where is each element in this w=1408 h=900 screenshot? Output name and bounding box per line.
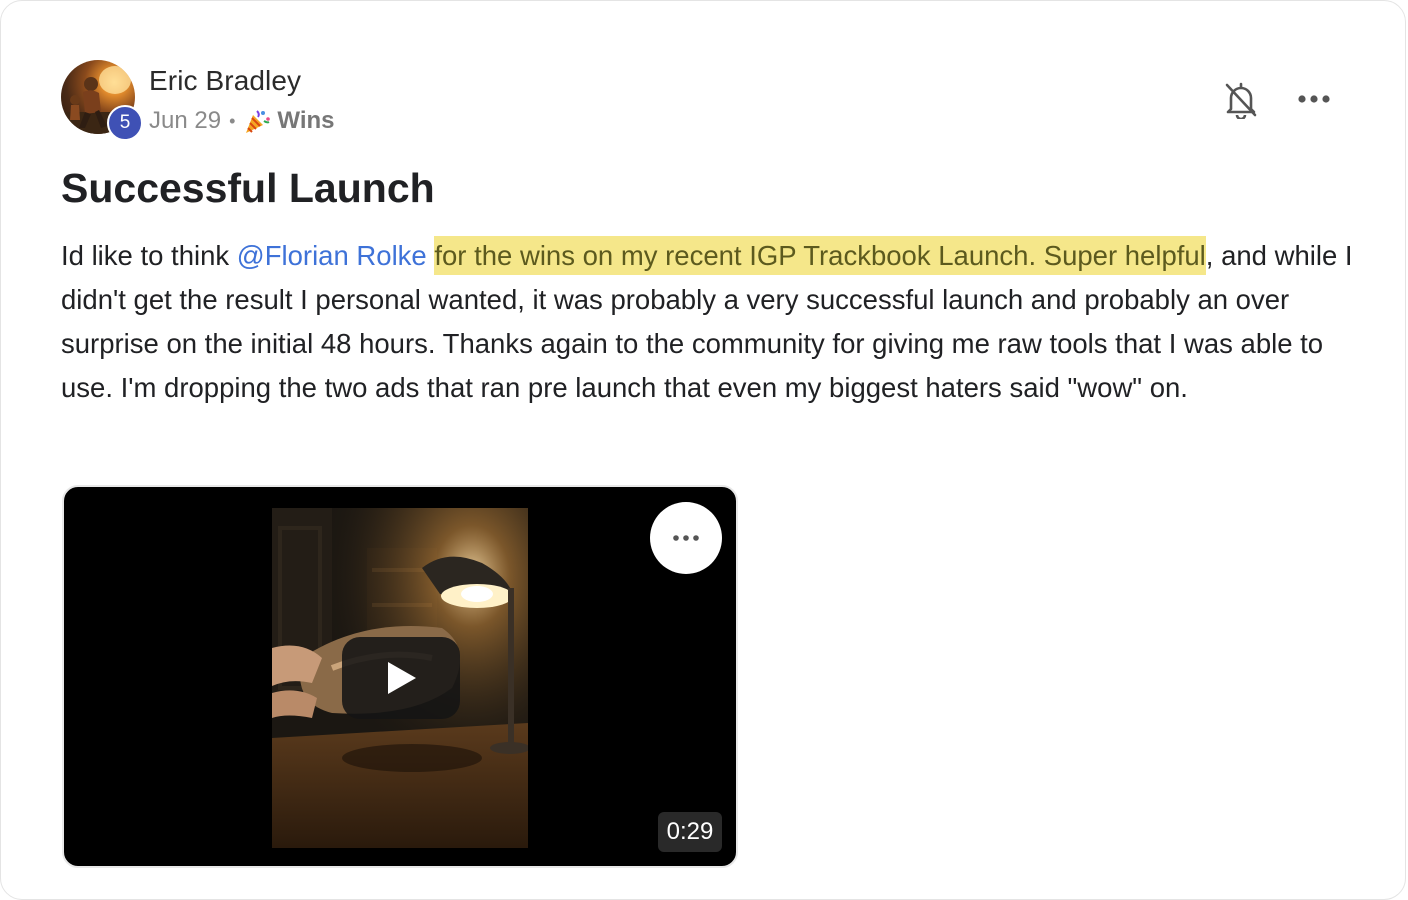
video-player[interactable]: 0:29 <box>62 485 738 868</box>
author-name[interactable]: Eric Bradley <box>149 65 301 97</box>
more-horizontal-icon <box>673 535 699 541</box>
post-options-button[interactable] <box>1295 87 1333 111</box>
post-body: Id like to think @Florian Rolke for the … <box>61 234 1361 410</box>
user-mention[interactable]: @Florian Rolke <box>237 240 427 271</box>
body-intro: Id like to think <box>61 240 237 271</box>
play-button[interactable] <box>342 637 460 719</box>
post-title: Successful Launch <box>61 165 435 211</box>
video-options-button[interactable] <box>650 502 722 574</box>
level-badge: 5 <box>107 105 143 141</box>
more-horizontal-icon <box>1298 95 1330 103</box>
party-popper-icon <box>243 107 271 135</box>
post-meta: Jun 29 • Wins <box>149 107 335 135</box>
meta-separator: • <box>229 110 236 131</box>
play-icon <box>388 662 416 694</box>
bell-off-icon <box>1225 82 1257 121</box>
video-duration: 0:29 <box>658 812 722 852</box>
author-avatar-wrapper[interactable]: 5 <box>61 60 143 141</box>
post-card: 5 Eric Bradley Jun 29 • Wins Successful … <box>0 0 1406 900</box>
post-date[interactable]: Jun 29 <box>149 107 221 135</box>
mute-notifications-button[interactable] <box>1223 81 1259 121</box>
post-category[interactable]: Wins <box>277 107 334 135</box>
highlighted-text: for the wins on my recent IGP Trackbook … <box>434 236 1206 275</box>
